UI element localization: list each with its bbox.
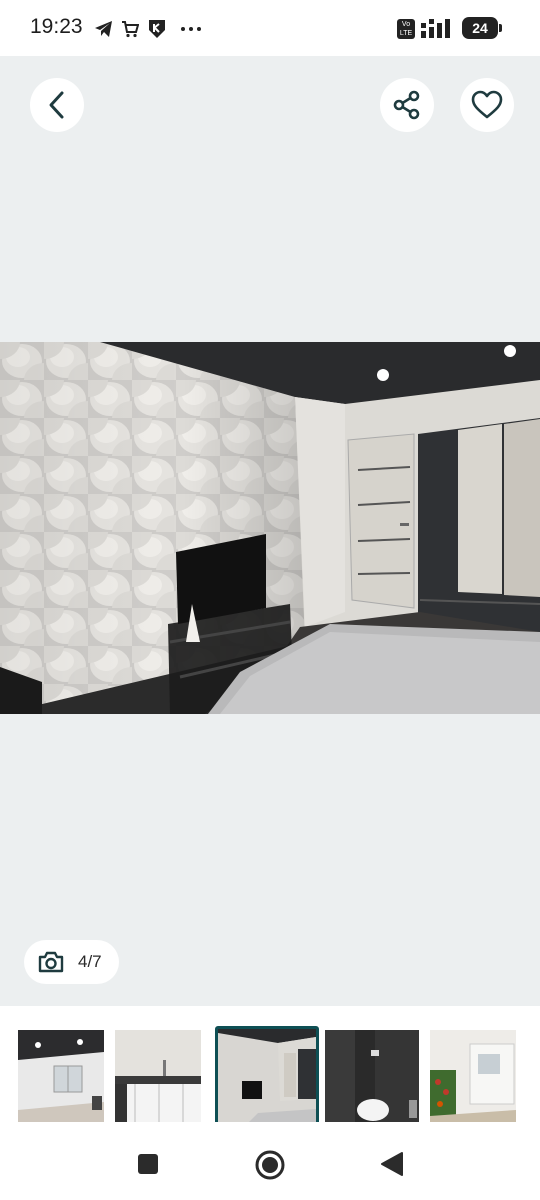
thumbnail-image-1 [18, 1030, 104, 1123]
triangle-back-icon [381, 1152, 403, 1176]
camera-icon [38, 951, 64, 973]
thumbnail-3-selected[interactable] [215, 1026, 319, 1126]
heart-outline-icon [471, 90, 503, 119]
cart-icon [122, 21, 139, 38]
recents-button[interactable] [136, 1152, 160, 1176]
thumbnail-image-3 [218, 1029, 316, 1123]
circle-icon [255, 1150, 285, 1180]
back-button[interactable] [30, 78, 84, 132]
more-notifications-icon [181, 27, 201, 31]
thumbnail-2[interactable] [115, 1030, 201, 1123]
home-button[interactable] [254, 1149, 286, 1181]
photo-counter: 4/7 [24, 940, 119, 984]
battery-nub [499, 24, 502, 32]
thumbnail-image-5 [430, 1030, 516, 1123]
battery-icon: 24 [462, 17, 498, 39]
status-bar: 19:23 Vo LTE 24 [0, 0, 540, 56]
shield-k-icon [149, 20, 165, 38]
thumbnail-1[interactable] [18, 1030, 104, 1123]
thumbnail-5[interactable] [430, 1030, 516, 1123]
thumbnail-image-2 [115, 1030, 201, 1123]
main-photo[interactable] [0, 342, 540, 714]
telegram-icon [95, 21, 112, 37]
thumbnail-image-4 [325, 1030, 419, 1123]
bedroom-photo [0, 342, 540, 714]
volte-icon: Vo LTE [397, 19, 415, 39]
system-back-button[interactable] [380, 1151, 404, 1177]
square-icon [138, 1154, 158, 1174]
thumbnail-4[interactable] [325, 1030, 419, 1123]
thumbnail-strip [0, 1006, 540, 1126]
status-time: 19:23 [30, 15, 83, 38]
share-button[interactable] [380, 78, 434, 132]
system-navigation-bar [0, 1122, 540, 1200]
share-icon [393, 90, 420, 120]
counter-label: 4/7 [78, 952, 102, 971]
chevron-left-icon [49, 91, 64, 119]
signal-icon [421, 19, 450, 38]
favorite-button[interactable] [460, 78, 514, 132]
